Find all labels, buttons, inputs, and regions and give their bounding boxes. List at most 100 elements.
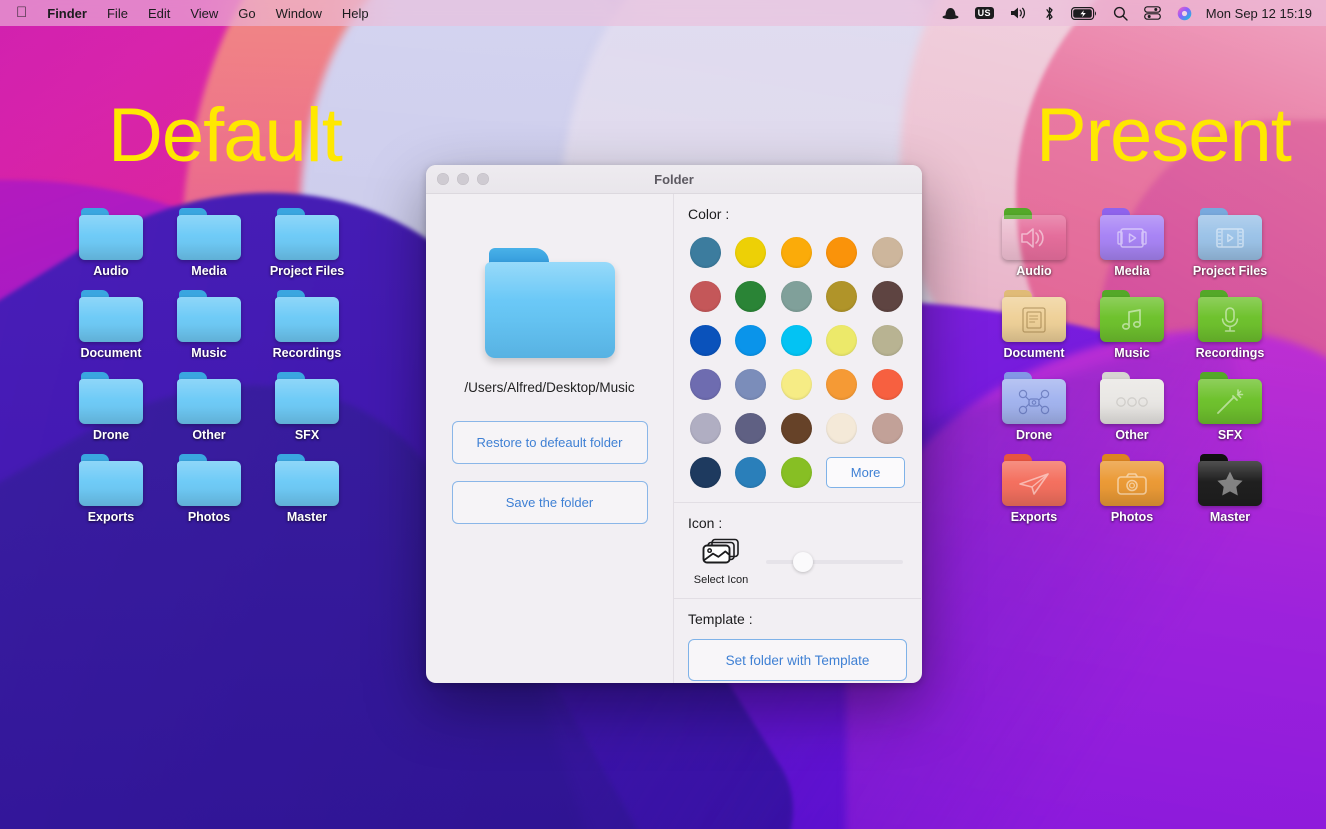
desktop-icon-master[interactable]: Master <box>1181 454 1279 524</box>
microphone-icon <box>1198 297 1262 342</box>
apple-menu-icon[interactable]:  <box>14 5 37 22</box>
save-folder-button[interactable]: Save the folder <box>452 481 648 524</box>
menu-item-file[interactable]: File <box>97 6 138 21</box>
color-swatch-21[interactable] <box>735 413 766 444</box>
desktop-icon-other[interactable]: Other <box>1083 372 1181 442</box>
bluetooth-icon[interactable] <box>1036 0 1063 26</box>
menu-item-window[interactable]: Window <box>266 6 332 21</box>
color-swatch-22[interactable] <box>781 413 812 444</box>
folder-icon <box>79 372 143 424</box>
color-swatch-26[interactable] <box>735 457 766 488</box>
desktop-icon-other[interactable]: Other <box>160 372 258 442</box>
color-swatch-23[interactable] <box>826 413 857 444</box>
folder-icon <box>177 372 241 424</box>
color-swatch-14[interactable] <box>872 325 903 356</box>
desktop-icon-exports[interactable]: Exports <box>985 454 1083 524</box>
more-colors-button[interactable]: More <box>826 457 905 488</box>
keyboard-badge-label: US <box>975 7 994 19</box>
desktop-icon-music[interactable]: Music <box>1083 290 1181 360</box>
icon-section-label: Icon : <box>674 503 921 531</box>
desktop-icon-exports[interactable]: Exports <box>62 454 160 524</box>
color-swatch-1[interactable] <box>735 237 766 268</box>
folder-path-text: /Users/Alfred/Desktop/Music <box>464 380 634 395</box>
color-swatch-17[interactable] <box>781 369 812 400</box>
color-swatch-0[interactable] <box>690 237 721 268</box>
color-swatch-13[interactable] <box>826 325 857 356</box>
desktop-icon-audio[interactable]: Audio <box>62 208 160 278</box>
bowler-hat-icon[interactable] <box>934 0 967 26</box>
color-swatch-19[interactable] <box>872 369 903 400</box>
desktop-icon-photos[interactable]: Photos <box>1083 454 1181 524</box>
window-title-bar[interactable]: Folder <box>426 165 922 194</box>
menu-item-help[interactable]: Help <box>332 6 379 21</box>
volume-icon[interactable] <box>1002 0 1036 26</box>
desktop-icon-label: Document <box>80 346 141 360</box>
folder-icon <box>79 454 143 506</box>
color-swatch-8[interactable] <box>826 281 857 312</box>
menubar-clock[interactable]: Mon Sep 12 15:19 <box>1200 6 1316 21</box>
color-swatch-24[interactable] <box>872 413 903 444</box>
color-swatch-7[interactable] <box>781 281 812 312</box>
color-swatch-5[interactable] <box>690 281 721 312</box>
color-swatch-15[interactable] <box>690 369 721 400</box>
desktop-icon-photos[interactable]: Photos <box>160 454 258 524</box>
color-swatch-2[interactable] <box>781 237 812 268</box>
siri-icon[interactable] <box>1169 0 1200 26</box>
color-swatch-4[interactable] <box>872 237 903 268</box>
folder-gloss <box>79 215 143 260</box>
desktop-icon-label: Audio <box>93 264 128 278</box>
color-swatch-9[interactable] <box>872 281 903 312</box>
folder-gloss <box>177 461 241 506</box>
desktop-icon-drone[interactable]: Drone <box>985 372 1083 442</box>
desktop-icon-audio[interactable]: Audio <box>985 208 1083 278</box>
desktop-icon-sfx[interactable]: SFX <box>1181 372 1279 442</box>
color-swatch-12[interactable] <box>781 325 812 356</box>
desktop-icon-media[interactable]: Media <box>1083 208 1181 278</box>
keyboard-input-us-icon[interactable]: US <box>967 0 1002 26</box>
folder-preview-icon <box>485 248 615 358</box>
color-swatch-18[interactable] <box>826 369 857 400</box>
desktop-icon-document[interactable]: Document <box>985 290 1083 360</box>
folder-gloss <box>275 297 339 342</box>
desktop-icon-label: Exports <box>88 510 135 524</box>
battery-charging-icon[interactable] <box>1063 0 1105 26</box>
icon-controls-row: Select Icon <box>674 531 921 586</box>
slider-thumb[interactable] <box>793 552 813 572</box>
star-icon <box>1198 461 1262 506</box>
menu-item-view[interactable]: View <box>180 6 228 21</box>
desktop-heading-default: Default <box>108 98 342 174</box>
desktop-icon-document[interactable]: Document <box>62 290 160 360</box>
color-swatch-10[interactable] <box>690 325 721 356</box>
icon-size-slider[interactable] <box>766 552 903 572</box>
desktop-icon-music[interactable]: Music <box>160 290 258 360</box>
desktop-icon-project-files[interactable]: Project Files <box>258 208 356 278</box>
menu-item-finder[interactable]: Finder <box>37 6 97 21</box>
folder-icon <box>177 290 241 342</box>
color-swatch-20[interactable] <box>690 413 721 444</box>
desktop-icon-master[interactable]: Master <box>258 454 356 524</box>
desktop-icon-media[interactable]: Media <box>160 208 258 278</box>
document-icon <box>1002 297 1066 342</box>
color-swatch-3[interactable] <box>826 237 857 268</box>
desktop-icon-recordings[interactable]: Recordings <box>1181 290 1279 360</box>
folder-icon <box>1198 290 1262 342</box>
color-swatch-11[interactable] <box>735 325 766 356</box>
search-icon[interactable] <box>1105 0 1136 26</box>
set-folder-with-template-button[interactable]: Set folder with Template <box>688 639 907 681</box>
menu-item-go[interactable]: Go <box>228 6 265 21</box>
folder-gloss <box>79 297 143 342</box>
color-swatch-27[interactable] <box>781 457 812 488</box>
desktop-icon-row: ExportsPhotosMaster <box>985 454 1305 536</box>
desktop-icon-drone[interactable]: Drone <box>62 372 160 442</box>
desktop-icon-sfx[interactable]: SFX <box>258 372 356 442</box>
color-swatch-16[interactable] <box>735 369 766 400</box>
color-swatch-25[interactable] <box>690 457 721 488</box>
control-center-icon[interactable] <box>1136 0 1169 26</box>
menu-item-edit[interactable]: Edit <box>138 6 180 21</box>
desktop-icon-project-files[interactable]: Project Files <box>1181 208 1279 278</box>
color-swatch-6[interactable] <box>735 281 766 312</box>
restore-default-folder-button[interactable]: Restore to defeault folder <box>452 421 648 464</box>
settings-pane: Color : More Icon : <box>674 194 921 683</box>
select-icon-button[interactable]: Select Icon <box>688 537 754 586</box>
desktop-icon-recordings[interactable]: Recordings <box>258 290 356 360</box>
